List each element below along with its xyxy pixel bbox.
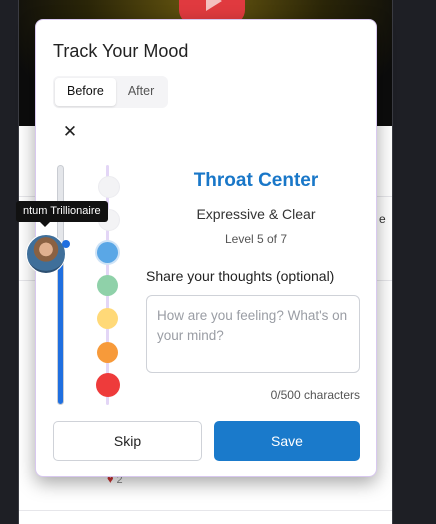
mood-level-text: Level 5 of 7 (224, 232, 288, 246)
mood-level-dot[interactable] (97, 275, 118, 297)
before-after-tabs: Before After (53, 76, 169, 108)
tab-before[interactable]: Before (55, 78, 116, 106)
mood-level-dot[interactable] (97, 308, 118, 330)
mood-level-dot[interactable] (95, 373, 120, 398)
slider-fill (58, 249, 63, 404)
energy-center-subtitle: Expressive & Clear (196, 206, 316, 222)
energy-center-title: Throat Center (193, 170, 319, 191)
user-name-tooltip: ntum Trillionaire (16, 201, 108, 227)
save-button[interactable]: Save (214, 421, 360, 461)
slider-handle[interactable] (62, 240, 70, 248)
close-icon[interactable]: ✕ (62, 123, 78, 140)
background-text: e (379, 212, 386, 226)
mood-level-dot[interactable] (97, 341, 118, 363)
mood-level-dot[interactable] (97, 176, 120, 198)
character-count: 0/500 characters (270, 388, 360, 402)
mood-tracker-modal: Track Your Mood Before After ✕ Throat Ce… (35, 19, 377, 477)
tab-after[interactable]: After (116, 78, 166, 106)
thoughts-textarea[interactable] (146, 295, 360, 373)
mood-level-dot[interactable] (97, 241, 118, 263)
user-avatar[interactable] (26, 234, 66, 274)
divider (19, 510, 392, 511)
thoughts-label: Share your thoughts (optional) (146, 268, 335, 284)
skip-button[interactable]: Skip (53, 421, 202, 461)
modal-title: Track Your Mood (53, 41, 189, 61)
